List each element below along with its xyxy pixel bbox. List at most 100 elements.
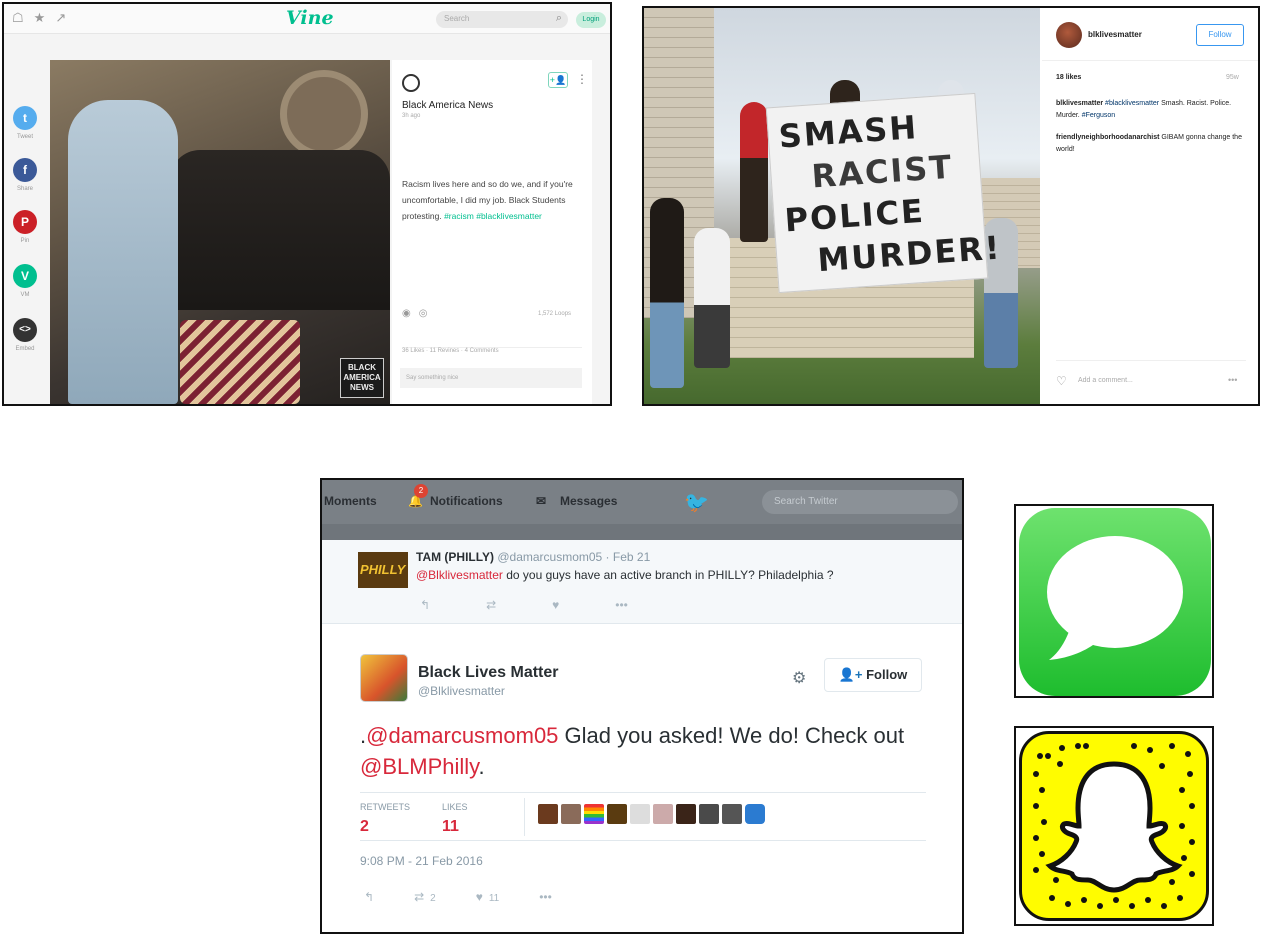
retweet-action[interactable]: ⇄ 2 — [414, 890, 436, 904]
avatar[interactable] — [360, 654, 408, 702]
post-age: 3h ago — [402, 113, 421, 119]
more-options-icon[interactable]: ••• — [1228, 375, 1237, 385]
protest-photo[interactable]: SMASH RACIST POLICE MURDER! — [644, 8, 1040, 404]
trending-icon[interactable]: ↗ — [55, 10, 66, 26]
share-facebook-label: Share — [16, 186, 33, 192]
instagram-username[interactable]: blklivesmatter — [1088, 30, 1142, 39]
share-tweet-label: Tweet — [16, 134, 33, 140]
more-icon[interactable]: ••• — [615, 598, 628, 612]
comment-username[interactable]: friendlyneighborhoodanarchist — [1056, 134, 1159, 141]
standing-student — [68, 100, 178, 404]
more-options-icon[interactable]: ⋮ — [576, 72, 588, 86]
follow-user-icon[interactable]: +👤 — [548, 72, 568, 88]
star-icon[interactable]: ★ — [34, 10, 46, 26]
nav-moments[interactable]: Moments — [324, 494, 377, 508]
liker-avatar[interactable] — [676, 804, 696, 824]
protest-banner: SMASH RACIST POLICE MURDER! — [765, 92, 1003, 294]
divider — [1056, 360, 1246, 361]
share-embed[interactable]: <> Embed — [10, 318, 40, 352]
nav-shadow — [322, 524, 962, 540]
volume-icon[interactable]: ◉ — [402, 308, 419, 319]
more-icon[interactable]: ••• — [539, 890, 552, 904]
avatar[interactable] — [1056, 22, 1082, 48]
instagram-post-screenshot: SMASH RACIST POLICE MURDER! blklivesmatt… — [642, 6, 1260, 406]
loop-icon[interactable]: ◎ — [419, 308, 436, 319]
liker-avatar[interactable] — [653, 804, 673, 824]
liker-avatar[interactable] — [630, 804, 650, 824]
vine-search-input[interactable]: Search ⌕ — [436, 11, 568, 28]
liker-avatars — [538, 804, 765, 824]
share-vm[interactable]: V VM — [10, 264, 40, 298]
facebook-icon[interactable]: f — [13, 158, 37, 182]
share-facebook[interactable]: f Share — [10, 158, 40, 192]
vine-top-icons: ☖ ★ ↗ — [12, 10, 66, 26]
hashtag-blacklivesmatter[interactable]: #blacklivesmatter — [1105, 100, 1159, 107]
liker-avatar[interactable] — [722, 804, 742, 824]
tweet-author-name[interactable]: Black Lives Matter — [418, 664, 559, 682]
nav-messages[interactable]: Messages — [560, 494, 617, 508]
comment-input[interactable]: Say something nice — [400, 368, 582, 388]
vine-logo[interactable]: Vine — [286, 7, 334, 29]
wall-clock — [280, 70, 368, 158]
like-count[interactable]: 18 likes — [1056, 74, 1081, 81]
post-author[interactable]: Black America News — [402, 100, 493, 111]
likes-label: LIKES — [442, 802, 468, 812]
likes-stat[interactable]: LIKES 11 — [442, 802, 468, 836]
heart-icon[interactable]: ♡ — [1056, 374, 1067, 388]
notification-badge: 2 — [414, 484, 428, 498]
tweet-author-handle[interactable]: @Blklivesmatter — [418, 684, 505, 698]
divider — [524, 798, 525, 836]
liker-avatar[interactable] — [607, 804, 627, 824]
share-pin-label: Pin — [20, 238, 30, 244]
follow-button[interactable]: Follow — [1196, 24, 1244, 46]
hashtag-blacklivesmatter[interactable]: #blacklivesmatter — [476, 211, 542, 221]
parent-tweet[interactable]: PHILLY TAM (PHILLY) @damarcusmom05 · Feb… — [322, 540, 962, 624]
share-pinterest[interactable]: P Pin — [10, 210, 40, 244]
envelope-icon[interactable]: ✉ — [536, 494, 546, 508]
vine-video[interactable]: BLACK AMERICA NEWS — [50, 60, 390, 404]
caption-username[interactable]: blklivesmatter — [1056, 100, 1103, 107]
mention-blklivesmatter[interactable]: @Blklivesmatter — [416, 568, 503, 582]
twitter-bird-icon[interactable]: 🐦 — [684, 490, 709, 515]
liker-avatar[interactable] — [699, 804, 719, 824]
reply-icon[interactable]: ↰ — [364, 890, 374, 904]
like-action[interactable]: ♥ 11 — [476, 890, 500, 904]
parent-tweet-name[interactable]: TAM (PHILLY) — [416, 550, 494, 564]
playback-controls: ◉◎ — [402, 308, 435, 319]
tweet-body: Glad you asked! We do! Check out — [558, 723, 905, 748]
gear-icon[interactable]: ⚙ — [792, 668, 806, 688]
reply-icon[interactable]: ↰ — [420, 598, 430, 612]
divider — [360, 792, 926, 793]
home-icon[interactable]: ☖ — [12, 10, 24, 26]
banner-word-2: RACIST — [810, 147, 955, 196]
hashtag-ferguson[interactable]: #Ferguson — [1082, 112, 1115, 119]
vine-message-icon[interactable]: V — [13, 264, 37, 288]
nav-notifications[interactable]: Notifications — [430, 494, 503, 508]
share-tweet[interactable]: t Tweet — [10, 106, 40, 140]
liker-avatar[interactable] — [584, 804, 604, 824]
liker-avatar[interactable] — [745, 804, 765, 824]
add-comment-input[interactable]: Add a comment... — [1078, 377, 1133, 384]
search-icon[interactable]: ⌕ — [556, 12, 562, 25]
mention-blmphilly[interactable]: @BLMPhilly — [360, 754, 479, 779]
retweet-stat[interactable]: RETWEETS 2 — [360, 802, 410, 836]
twitter-search-input[interactable]: Search Twitter — [762, 490, 958, 514]
retweet-icon[interactable]: ⇄ — [486, 598, 496, 612]
parent-tweet-handle[interactable]: @damarcusmom05 · Feb 21 — [497, 550, 650, 564]
tweet-timestamp[interactable]: 9:08 PM - 21 Feb 2016 — [360, 854, 483, 868]
twitter-icon[interactable]: t — [13, 106, 37, 130]
follow-button[interactable]: 👤+ Follow — [824, 658, 922, 692]
video-watermark: BLACK AMERICA NEWS — [340, 358, 384, 398]
embed-icon[interactable]: <> — [13, 318, 37, 342]
liker-avatar[interactable] — [561, 804, 581, 824]
liker-avatar[interactable] — [538, 804, 558, 824]
crowd — [170, 150, 390, 310]
avatar[interactable]: PHILLY — [358, 552, 408, 588]
hashtag-racism[interactable]: #racism — [444, 211, 474, 221]
author-avatar[interactable] — [402, 74, 420, 92]
mention-damarcusmom05[interactable]: @damarcusmom05 — [366, 723, 558, 748]
retweets-label: RETWEETS — [360, 802, 411, 812]
like-icon[interactable]: ♥ — [552, 598, 559, 612]
pinterest-icon[interactable]: P — [13, 210, 37, 234]
vine-login-button[interactable]: Login — [576, 12, 606, 28]
